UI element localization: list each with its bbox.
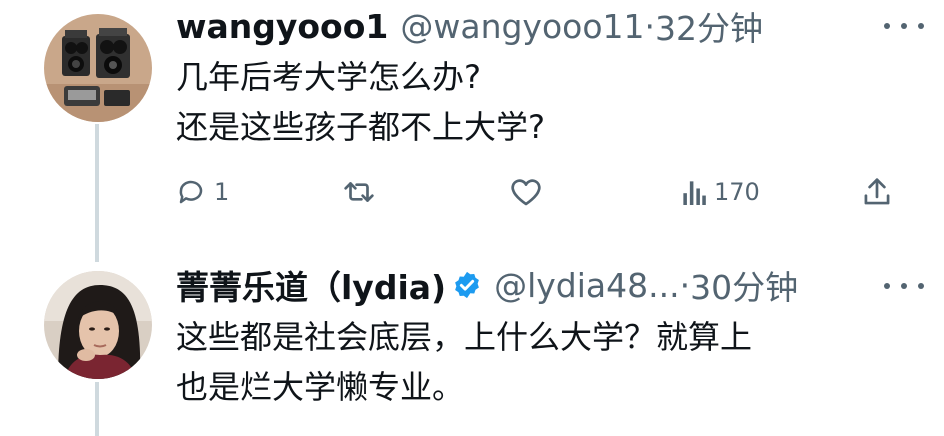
- tweet-header: wangyooo1 @wangyooo11 · 32分钟: [176, 2, 763, 50]
- avatar[interactable]: [44, 14, 152, 122]
- author-handle[interactable]: @wangyooo11: [400, 7, 644, 46]
- tweet-header: 菁菁乐道（lydia) @lydia48... · 30分钟: [176, 261, 798, 309]
- separator-dot: ·: [644, 6, 656, 46]
- thread-connector-line: [95, 382, 99, 436]
- share-button[interactable]: [862, 170, 892, 214]
- author-name[interactable]: 菁菁乐道（lydia): [176, 261, 446, 309]
- views-count: 170: [714, 178, 760, 206]
- thread-connector-line: [95, 124, 99, 262]
- views-icon: [683, 181, 706, 205]
- tweet-text-line: 几年后考大学怎么办?: [176, 58, 481, 96]
- separator-dot: ·: [679, 265, 691, 305]
- reply-icon: [179, 180, 203, 204]
- tweet-text: 几年后考大学怎么办? 还是这些孩子都不上大学?: [176, 52, 545, 152]
- author-handle[interactable]: @lydia48...: [494, 266, 680, 305]
- more-icon[interactable]: [884, 276, 924, 296]
- reply-button[interactable]: 1: [176, 170, 229, 214]
- views-button[interactable]: 170: [682, 170, 760, 214]
- tweet-text-line: 还是这些孩子都不上大学?: [176, 108, 545, 146]
- tweet-text-line: 也是烂大学懒专业。: [176, 368, 465, 406]
- heart-icon: [511, 179, 541, 206]
- tweet-text-line: 这些都是社会底层，上什么大学？就算上: [176, 318, 753, 356]
- more-icon[interactable]: [884, 16, 924, 36]
- reply-count: 1: [214, 178, 230, 206]
- tweet-actions: 1 170: [176, 170, 921, 214]
- timestamp[interactable]: 32分钟: [655, 2, 763, 50]
- author-name[interactable]: wangyooo1: [176, 7, 388, 46]
- share-icon: [864, 178, 890, 205]
- avatar[interactable]: [44, 271, 152, 379]
- tweet-text: 这些都是社会底层，上什么大学？就算上 也是烂大学懒专业。: [176, 312, 752, 412]
- verified-badge-icon: [455, 271, 479, 299]
- like-button[interactable]: [510, 170, 542, 214]
- retweet-button[interactable]: [342, 170, 376, 214]
- timestamp[interactable]: 30分钟: [690, 261, 798, 309]
- retweet-icon: [344, 182, 374, 202]
